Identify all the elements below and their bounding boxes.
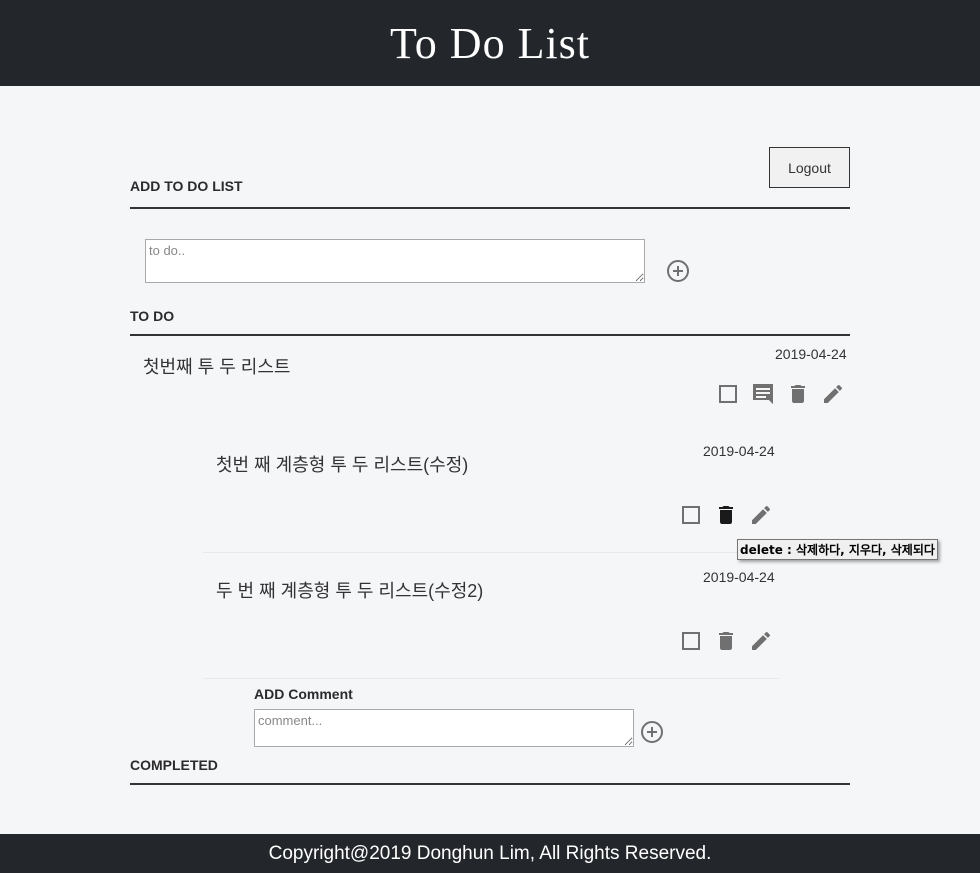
add-comment-heading: ADD Comment [254,686,353,702]
child-todo-item-text: 두 번 째 계층형 투 두 리스트(수정2) [216,581,484,601]
completed-heading: COMPLETED [130,757,218,773]
todo-divider [130,334,850,336]
pencil-icon[interactable] [749,503,773,527]
comment-icon[interactable] [751,382,775,406]
completed-divider [130,783,850,785]
todo-item-date: 2019-04-24 [775,346,847,362]
add-comment-button[interactable] [641,721,663,743]
app-header: To Do List [0,0,980,86]
todo-input[interactable] [145,239,645,283]
complete-checkbox[interactable] [719,385,737,403]
footer: Copyright@2019 Donghun Lim, All Rights R… [0,834,980,873]
child-todo-item-date: 2019-04-24 [703,569,775,585]
logout-button[interactable]: Logout [769,147,850,188]
add-todo-heading: ADD TO DO LIST [130,178,243,194]
pencil-icon[interactable] [821,382,845,406]
add-todo-divider [130,207,850,209]
comment-input[interactable] [254,709,634,747]
delete-tooltip: delete : 삭제하다, 지우다, 삭제되다 [737,539,938,560]
add-todo-button[interactable] [667,260,689,282]
todo-heading: TO DO [130,308,175,324]
complete-checkbox[interactable] [682,632,700,650]
item-divider [203,678,779,679]
child-todo-item-date: 2019-04-24 [703,443,775,459]
trash-icon[interactable] [714,629,738,653]
item-divider [203,552,779,553]
trash-icon[interactable] [786,382,810,406]
child-todo-item-text: 첫번 째 계층형 투 두 리스트(수정) [216,455,469,475]
pencil-icon[interactable] [749,629,773,653]
app-title: To Do List [389,18,591,68]
complete-checkbox[interactable] [682,506,700,524]
trash-icon[interactable] [714,503,738,527]
todo-item-text: 첫번째 투 두 리스트 [143,357,291,377]
copyright-text: Copyright@2019 Donghun Lim, All Rights R… [268,842,712,864]
